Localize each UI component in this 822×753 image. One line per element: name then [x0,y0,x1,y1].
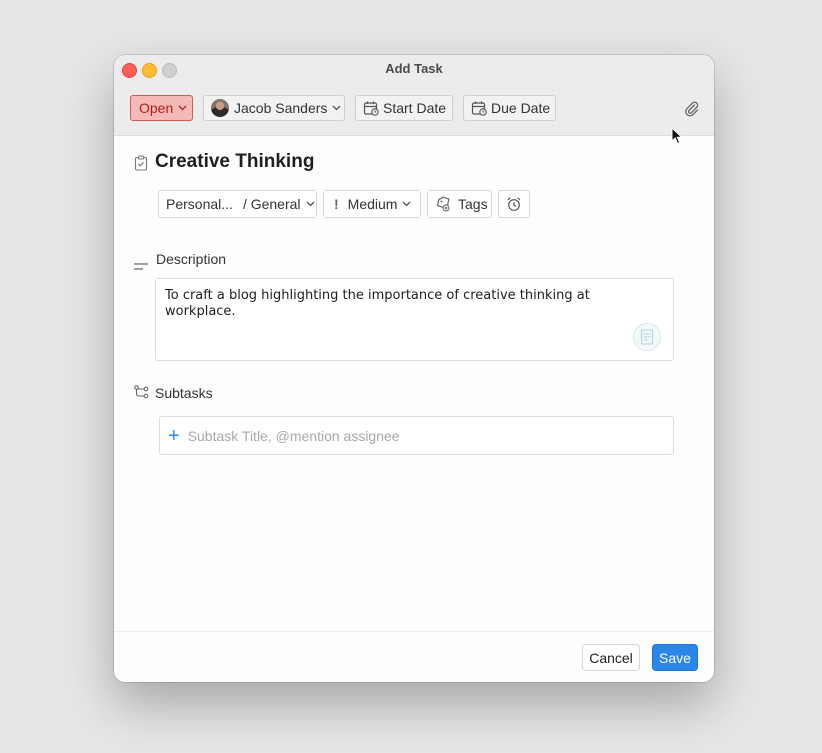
chevron-down-icon [178,105,187,111]
description-label: Description [156,251,227,267]
subtask-title-input[interactable] [187,427,648,444]
mouse-cursor-icon [671,126,683,150]
plus-icon[interactable]: + [168,426,180,446]
subtask-branch-icon [134,385,149,404]
notes-icon[interactable] [632,322,662,357]
category-name: / General [242,196,301,212]
add-task-window: Add Task Open Jacob Sanders Start Date D… [114,55,714,682]
lines-icon [134,258,148,276]
project-name: Personal... [166,196,233,212]
description-field[interactable]: To craft a blog highlighting the importa… [155,278,674,361]
priority-dropdown[interactable]: ! Medium [323,190,421,218]
chevron-down-icon [402,201,411,207]
alarm-clock-icon [506,196,522,212]
chevron-down-icon [306,201,315,207]
task-title[interactable]: Creative Thinking [155,151,314,173]
chevron-down-icon [332,105,341,111]
due-date-button[interactable]: Due Date [463,95,556,121]
tags-button[interactable]: Tags [427,190,492,218]
dialog-footer: Cancel Save [114,631,714,682]
cancel-button[interactable]: Cancel [582,644,640,671]
due-date-label: Due Date [491,100,551,116]
status-dropdown[interactable]: Open [130,95,193,121]
start-date-button[interactable]: Start Date [355,95,453,121]
tag-icon [434,196,452,212]
checklist-icon [134,155,148,176]
project-dropdown[interactable]: Personal... / General [158,190,317,218]
paperclip-icon[interactable] [684,101,700,122]
status-label: Open [139,100,174,116]
subtask-row[interactable]: + [159,416,674,455]
window-title: Add Task [385,61,443,76]
tags-label: Tags [458,196,488,212]
save-button[interactable]: Save [652,644,698,671]
title-bar: Add Task Open Jacob Sanders Start Date D… [114,55,714,136]
priority-label: Medium [347,196,398,212]
calendar-icon [363,100,379,116]
subtasks-label: Subtasks [155,385,213,401]
reminder-button[interactable] [498,190,530,218]
assignee-dropdown[interactable]: Jacob Sanders [203,95,345,121]
avatar [211,99,229,117]
priority-icon: ! [334,196,339,212]
assignee-name: Jacob Sanders [234,100,328,116]
calendar-icon [471,100,487,116]
start-date-label: Start Date [383,100,447,116]
